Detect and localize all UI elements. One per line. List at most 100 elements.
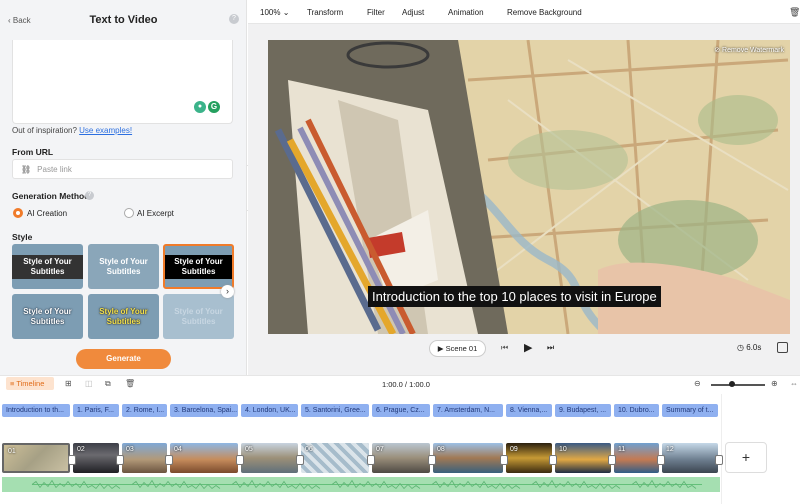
transition-icon[interactable] [165,455,173,465]
video-clip[interactable]: 01 [2,443,70,473]
add-clip-button[interactable]: + [725,442,767,473]
toolbar-transform[interactable]: Transform [307,8,343,17]
transition-icon[interactable] [500,455,508,465]
zoom-slider[interactable] [711,384,765,386]
transition-icon[interactable] [116,455,124,465]
play-icon[interactable]: ▶ [524,341,532,354]
fullscreen-icon[interactable] [777,342,788,353]
toolbar-adjust[interactable]: Adjust [402,8,424,17]
video-clip[interactable]: 07 [372,443,430,473]
timeline-divider [721,394,722,504]
audio-waveform [31,479,702,490]
help-icon[interactable]: ? [229,14,239,24]
radio-ai-excerpt[interactable] [124,208,134,218]
video-clip[interactable]: 11 [614,443,659,473]
scene-chip[interactable]: 6. Prague, Cz... [372,404,430,417]
style-tile-2[interactable]: Style of Your Subtitles [88,244,159,289]
style-tile-5[interactable]: Style of Your Subtitles [88,294,159,339]
bulb-icon[interactable]: ● [194,101,206,113]
toolbar-remove-background[interactable]: Remove Background [507,8,582,17]
scene-chip[interactable]: Summary of t... [662,404,718,417]
toolbar-animation[interactable]: Animation [448,8,484,17]
style-tile-1[interactable]: Style of Your Subtitles [12,244,83,289]
inspiration-label: Out of inspiration? [12,126,80,135]
subtitle-caption[interactable]: Introduction to the top 10 places to vis… [368,286,661,307]
panel-title: Text to Video [89,14,158,26]
scene-label: Scene 01 [445,344,478,353]
zoom-value: 100% [260,8,281,17]
transition-icon[interactable] [428,455,436,465]
zoom-slider-handle[interactable] [729,381,735,387]
style-tile-text: Style of Your Subtitles [165,254,232,279]
transition-icon[interactable] [236,455,244,465]
split-icon[interactable]: ◫ [85,379,93,388]
clip-number: 01 [8,448,16,455]
scene-chip[interactable]: Introduction to th... [2,404,70,417]
scene-chip[interactable]: 5. Santorini, Gree... [301,404,369,417]
clip-number: 12 [666,446,674,453]
fit-icon[interactable]: ⇔ [790,379,798,388]
add-icon[interactable]: ⊞ [65,379,72,388]
scene-selector-button[interactable]: ▶ Scene 01 [429,340,486,357]
grammarly-icon[interactable]: G [208,101,220,113]
style-label: Style [12,232,33,242]
scene-chip[interactable]: 1. Paris, F... [73,404,119,417]
ai-excerpt-label: AI Excerpt [137,209,174,218]
duration-value: 6.0s [746,343,762,352]
video-clip[interactable]: 06 [301,443,369,473]
zoom-dropdown[interactable]: 100% ⌄ [260,8,289,17]
clip-number: 11 [618,446,626,453]
zoom-in-icon[interactable]: ⊕ [771,379,778,388]
next-icon[interactable]: ⏭ [547,343,554,353]
generate-button[interactable]: Generate [76,349,171,369]
video-clip[interactable]: 09 [506,443,552,473]
scene-chip[interactable]: 8. Vienna,... [506,404,552,417]
video-clip[interactable]: 12 [662,443,718,473]
video-clip[interactable]: 04 [170,443,238,473]
scene-chip[interactable]: 9. Budapest, ... [555,404,611,417]
transition-icon[interactable] [549,455,557,465]
transition-icon[interactable] [715,455,723,465]
video-canvas[interactable]: ⊘ Remove Watermark Introduction to the t… [268,40,790,334]
video-clip[interactable]: 10 [555,443,611,473]
inspiration-text: Out of inspiration? Use examples! [12,126,132,135]
style-tile-6[interactable]: Style of Your Subtitles [163,294,234,339]
transition-icon[interactable] [657,455,665,465]
timeline-tab-label: Timeline [16,379,45,388]
radio-ai-creation[interactable] [13,208,23,218]
trash-icon[interactable]: 🗑 [789,7,800,18]
timeline-tab[interactable]: ≡ Timeline [6,377,54,390]
scene-chip[interactable]: 4. London, UK... [241,404,298,417]
watermark-label: Remove Watermark [722,47,784,54]
help-icon[interactable]: ? [85,191,94,200]
previous-icon[interactable]: ⏮ [501,343,508,353]
style-tile-3-selected[interactable]: Style of Your Subtitles [163,244,234,289]
url-placeholder: Paste link [37,165,72,174]
video-clip[interactable]: 08 [433,443,503,473]
audio-track[interactable] [2,477,720,492]
link-icon: ⛓ [21,165,32,174]
zoom-out-icon[interactable]: ⊖ [694,379,701,388]
chevron-right-icon[interactable]: › [221,285,234,298]
transition-icon[interactable] [68,455,76,465]
scene-chip[interactable]: 10. Dubro... [614,404,659,417]
transition-icon[interactable] [608,455,616,465]
video-clip[interactable]: 03 [122,443,167,473]
scene-chip[interactable]: 2. Rome, I... [122,404,167,417]
transition-icon[interactable] [296,455,304,465]
clip-number: 04 [174,446,182,453]
style-tile-4[interactable]: Style of Your Subtitles [12,294,83,339]
use-examples-link[interactable]: Use examples! [79,126,132,135]
video-clip[interactable]: 02 [73,443,119,473]
transition-icon[interactable] [367,455,375,465]
video-clip[interactable]: 05 [241,443,298,473]
scene-chip[interactable]: 3. Barcelona, Spai... [170,404,238,417]
style-tile-text: Style of Your Subtitles [99,256,148,276]
delete-icon[interactable]: 🗑 [125,379,135,388]
copy-icon[interactable]: ⧉ [105,379,111,389]
remove-watermark-button[interactable]: ⊘ Remove Watermark [714,46,784,54]
url-input[interactable]: ⛓ Paste link [12,159,233,179]
scene-chip[interactable]: 7. Amsterdam, N... [433,404,503,417]
toolbar-filter[interactable]: Filter [367,8,385,17]
style-tile-text: Style of Your Subtitles [99,306,148,326]
